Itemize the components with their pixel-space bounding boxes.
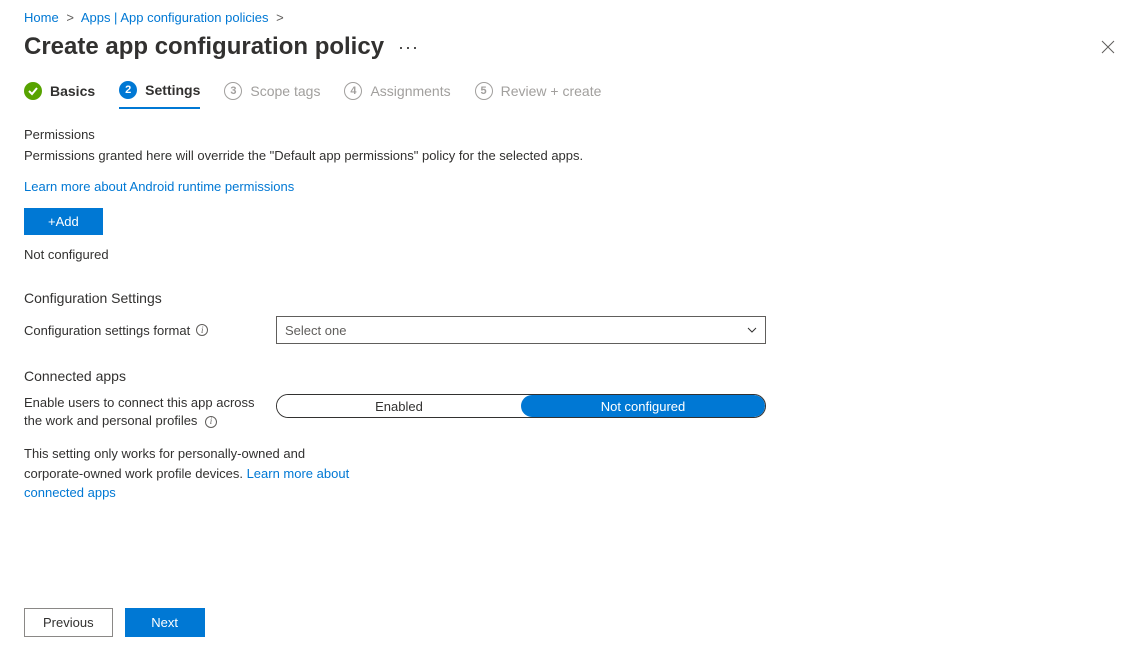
footer: Previous Next	[0, 594, 1144, 651]
tab-label: Settings	[145, 82, 200, 98]
step-number-icon: 5	[475, 82, 493, 100]
info-icon[interactable]: i	[196, 324, 208, 336]
tab-scope-tags[interactable]: 3 Scope tags	[224, 81, 320, 109]
select-placeholder: Select one	[285, 323, 346, 338]
chevron-down-icon	[747, 324, 757, 336]
toggle-enabled-option[interactable]: Enabled	[277, 395, 521, 417]
page-header: Create app configuration policy ···	[0, 27, 1144, 81]
more-actions-icon[interactable]: ···	[398, 37, 419, 58]
next-button[interactable]: Next	[125, 608, 205, 637]
close-button[interactable]	[1096, 35, 1120, 59]
step-number-icon: 3	[224, 82, 242, 100]
content-area: Permissions Permissions granted here wil…	[0, 127, 1144, 503]
check-icon	[24, 82, 42, 100]
tab-assignments[interactable]: 4 Assignments	[344, 81, 450, 109]
permissions-status: Not configured	[24, 247, 1120, 262]
breadcrumb: Home > Apps | App configuration policies…	[0, 0, 1144, 27]
tab-label: Basics	[50, 83, 95, 99]
wizard-tabs: Basics 2 Settings 3 Scope tags 4 Assignm…	[0, 81, 1144, 109]
step-number-icon: 4	[344, 82, 362, 100]
connected-toggle-row: Enable users to connect this app across …	[24, 394, 1120, 430]
info-icon[interactable]: i	[205, 416, 217, 428]
permissions-learn-link[interactable]: Learn more about Android runtime permiss…	[24, 179, 294, 194]
close-icon	[1101, 40, 1115, 54]
tab-label: Scope tags	[250, 83, 320, 99]
add-button[interactable]: +Add	[24, 208, 103, 235]
breadcrumb-home[interactable]: Home	[24, 10, 59, 25]
tab-review-create[interactable]: 5 Review + create	[475, 81, 602, 109]
breadcrumb-sep: >	[276, 10, 284, 25]
tab-label: Assignments	[370, 83, 450, 99]
connected-heading: Connected apps	[24, 368, 1120, 384]
toggle-not-configured-option[interactable]: Not configured	[521, 395, 765, 417]
step-number-icon: 2	[119, 81, 137, 99]
tab-basics[interactable]: Basics	[24, 81, 95, 109]
connected-toggle-label: Enable users to connect this app across …	[24, 394, 276, 430]
connected-note: This setting only works for personally-o…	[24, 444, 354, 503]
connected-apps-toggle[interactable]: Enabled Not configured	[276, 394, 766, 418]
config-format-row: Configuration settings format i Select o…	[24, 316, 1120, 344]
breadcrumb-apps[interactable]: Apps | App configuration policies	[81, 10, 269, 25]
connected-toggle-text: Enable users to connect this app across …	[24, 395, 255, 428]
page-title: Create app configuration policy	[24, 33, 384, 61]
config-heading: Configuration Settings	[24, 290, 1120, 306]
tab-label: Review + create	[501, 83, 602, 99]
permissions-desc: Permissions granted here will override t…	[24, 148, 1120, 163]
permissions-heading: Permissions	[24, 127, 1120, 142]
tab-settings[interactable]: 2 Settings	[119, 81, 200, 109]
config-format-label-text: Configuration settings format	[24, 323, 190, 338]
previous-button[interactable]: Previous	[24, 608, 113, 637]
config-format-label: Configuration settings format i	[24, 323, 276, 338]
breadcrumb-sep: >	[66, 10, 74, 25]
config-format-select[interactable]: Select one	[276, 316, 766, 344]
